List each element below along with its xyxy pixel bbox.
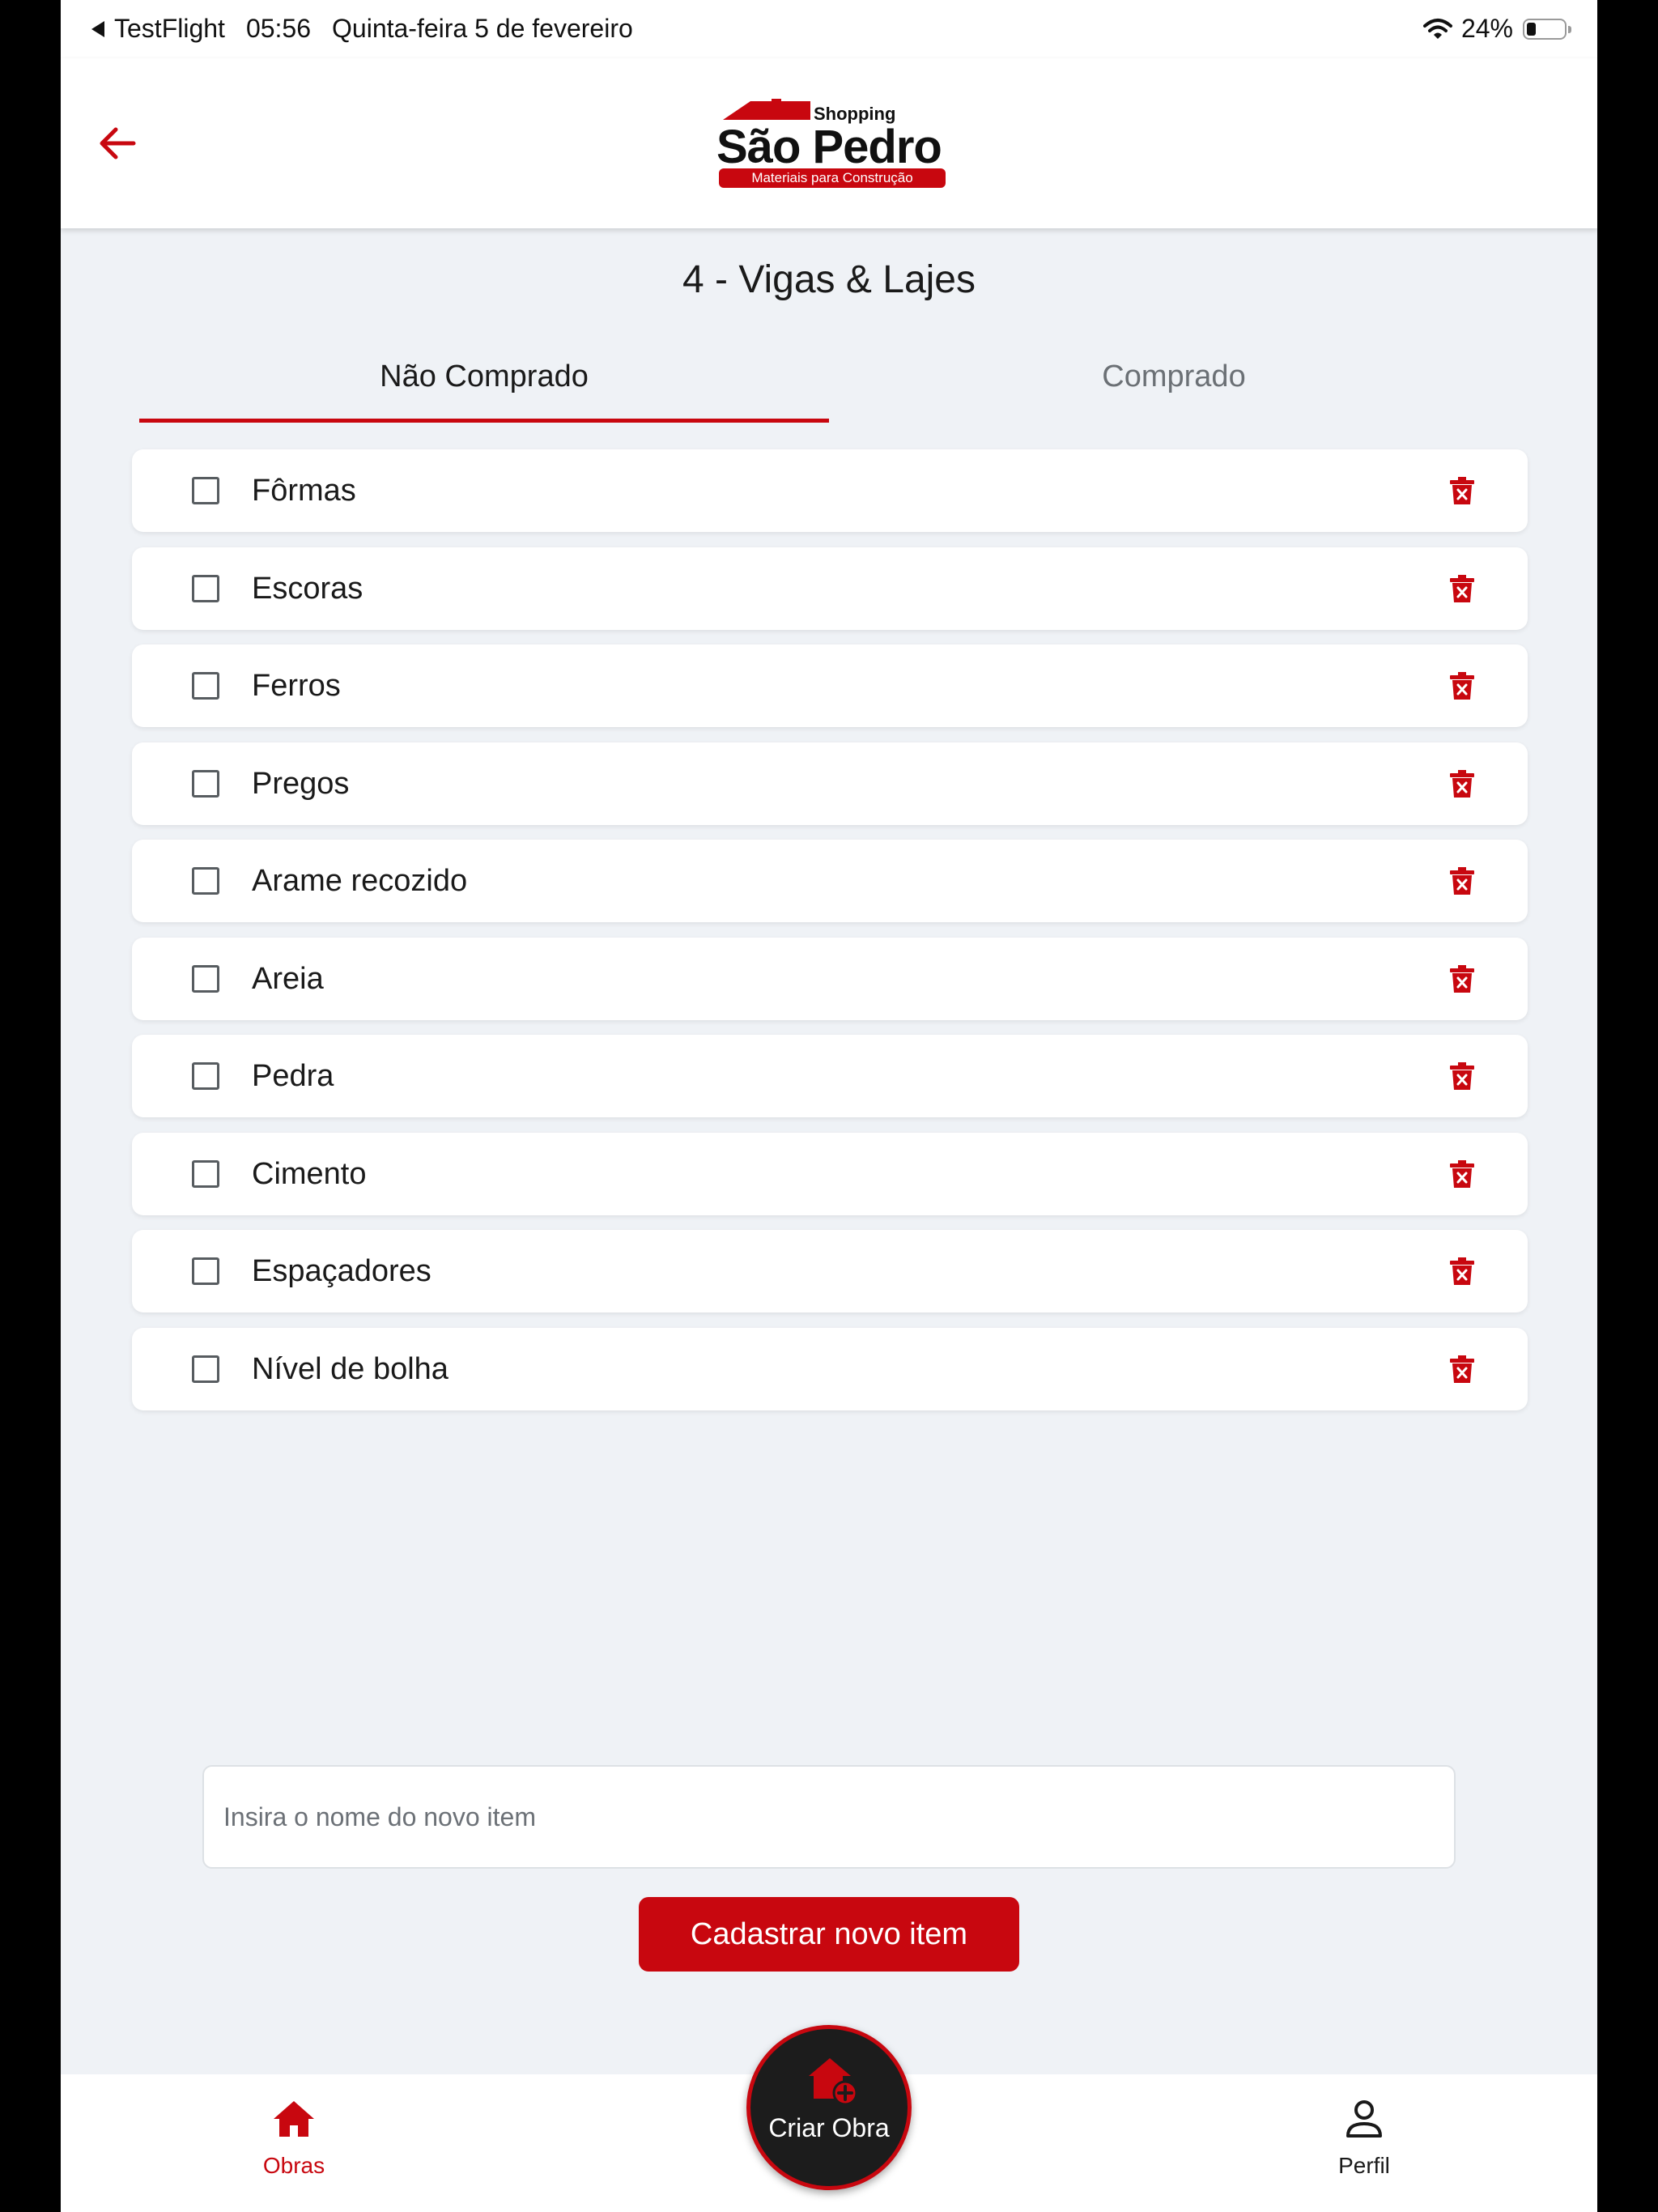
add-home-icon xyxy=(809,2058,858,2106)
page-title: 4 - Vigas & Lajes xyxy=(682,258,976,301)
item-checkbox[interactable] xyxy=(192,1257,219,1285)
item-checkbox[interactable] xyxy=(192,964,219,993)
tab-nao-comprado[interactable]: Não Comprado xyxy=(139,353,829,423)
item-checkbox[interactable] xyxy=(192,574,219,602)
nav-label-perfil: Perfil xyxy=(1338,2153,1390,2178)
list-item: Nível de bolha xyxy=(132,1327,1528,1410)
tab-bar: Não Comprado Comprado xyxy=(139,353,1520,423)
fab-label: Criar Obra xyxy=(768,2113,890,2142)
sao-pedro-logo: Shopping São Pedro Materiais para Constr… xyxy=(716,99,959,192)
user-icon xyxy=(1346,2100,1382,2138)
item-label: Arame recozido xyxy=(252,864,468,898)
item-list: Fôrmas Escoras Ferros Pregos Arame recozido A… xyxy=(132,449,1528,1425)
delete-icon[interactable] xyxy=(1450,964,1474,993)
item-checkbox[interactable] xyxy=(192,867,219,895)
list-item: Fôrmas xyxy=(132,449,1528,532)
list-item: Areia xyxy=(132,937,1528,1020)
status-date: Quinta-feira 5 de fevereiro xyxy=(332,14,633,43)
home-icon xyxy=(274,2101,314,2137)
list-item: Escoras xyxy=(132,547,1528,630)
delete-icon[interactable] xyxy=(1450,477,1474,504)
status-bar: TestFlight 05:56 Quinta-feira 5 de fever… xyxy=(61,0,1597,58)
roof-logo-icon xyxy=(723,99,810,120)
list-item: Ferros xyxy=(132,644,1528,727)
nav-item-perfil[interactable]: Perfil xyxy=(1283,2099,1445,2179)
logo-brand-text: São Pedro xyxy=(716,121,942,173)
delete-icon[interactable] xyxy=(1450,1062,1474,1090)
logo-tagline: Materiais para Construção xyxy=(719,168,946,188)
list-item: Pregos xyxy=(132,742,1528,825)
nav-item-obras[interactable]: Obras xyxy=(213,2099,375,2179)
delete-icon[interactable] xyxy=(1450,867,1474,895)
create-obra-button[interactable]: Criar Obra xyxy=(746,2025,912,2190)
item-label: Nível de bolha xyxy=(252,1351,449,1386)
back-to-app-icon[interactable] xyxy=(91,20,104,37)
status-time: 05:56 xyxy=(245,14,312,43)
app-header: Shopping São Pedro Materiais para Constr… xyxy=(61,58,1597,228)
delete-icon[interactable] xyxy=(1450,769,1474,798)
delete-icon[interactable] xyxy=(1450,1257,1474,1285)
status-bar-right: 24% xyxy=(1422,14,1571,44)
wifi-icon xyxy=(1422,18,1452,39)
item-checkbox[interactable] xyxy=(192,672,219,700)
item-label: Cimento xyxy=(252,1156,367,1191)
item-label: Fôrmas xyxy=(252,474,356,508)
list-item: Pedra xyxy=(132,1035,1528,1117)
list-item: Cimento xyxy=(132,1132,1528,1215)
delete-icon[interactable] xyxy=(1450,1159,1474,1188)
battery-fill xyxy=(1527,22,1536,36)
add-item-button[interactable]: Cadastrar novo item xyxy=(639,1897,1019,1972)
item-label: Ferros xyxy=(252,669,341,703)
back-arrow-icon[interactable] xyxy=(91,117,143,169)
battery-percent: 24% xyxy=(1460,14,1513,43)
tab-comprado[interactable]: Comprado xyxy=(829,353,1519,423)
delete-icon[interactable] xyxy=(1450,574,1474,602)
app-screen: TestFlight 05:56 Quinta-feira 5 de fever… xyxy=(61,0,1597,2212)
item-checkbox[interactable] xyxy=(192,1062,219,1090)
list-item: Espaçadores xyxy=(132,1230,1528,1312)
nav-label-obras: Obras xyxy=(262,2153,325,2178)
new-item-input[interactable] xyxy=(202,1765,1456,1869)
item-label: Escoras xyxy=(252,571,363,606)
item-label: Areia xyxy=(252,961,324,996)
item-label: Pregos xyxy=(252,766,350,801)
status-bar-left: TestFlight 05:56 Quinta-feira 5 de fever… xyxy=(91,14,654,44)
item-checkbox[interactable] xyxy=(192,769,219,798)
delete-icon[interactable] xyxy=(1450,1355,1474,1383)
item-label: Pedra xyxy=(252,1059,334,1093)
list-item: Arame recozido xyxy=(132,840,1528,922)
battery-icon xyxy=(1523,18,1571,40)
item-checkbox[interactable] xyxy=(192,1355,219,1383)
delete-icon[interactable] xyxy=(1450,672,1474,700)
item-checkbox[interactable] xyxy=(192,1159,219,1188)
item-label: Espaçadores xyxy=(252,1254,432,1288)
back-app-label[interactable]: TestFlight xyxy=(114,14,225,44)
item-checkbox[interactable] xyxy=(192,477,219,504)
